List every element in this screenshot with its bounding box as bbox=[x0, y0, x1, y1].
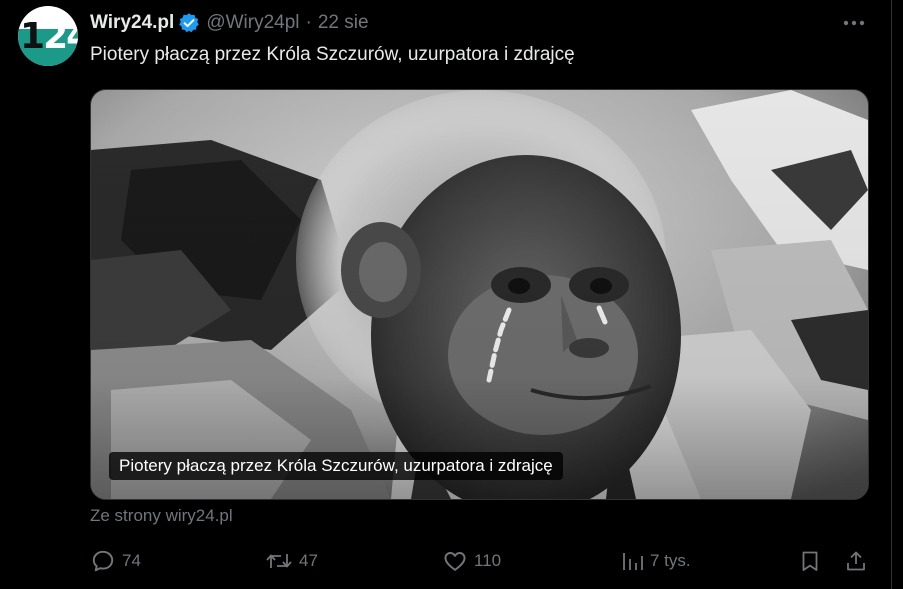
avatar[interactable]: 124 bbox=[18, 6, 78, 66]
bookmark-icon bbox=[802, 551, 818, 571]
tweet-text: Piotery płaczą przez Króla Szczurów, uzu… bbox=[90, 44, 575, 65]
display-name[interactable]: Wiry24.pl bbox=[90, 12, 174, 34]
media-caption: Piotery płaczą przez Króla Szczurów, uzu… bbox=[109, 452, 563, 480]
share-button[interactable] bbox=[844, 544, 868, 578]
reply-icon bbox=[92, 550, 114, 572]
timestamp[interactable]: 22 sie bbox=[318, 12, 369, 34]
bookmark-button[interactable] bbox=[798, 544, 822, 578]
reply-count: 74 bbox=[122, 551, 141, 570]
more-button[interactable] bbox=[840, 12, 868, 34]
share-icon bbox=[847, 551, 865, 571]
views-count: 7 tys. bbox=[650, 551, 691, 570]
repost-button[interactable]: 47 bbox=[265, 544, 318, 578]
like-count: 110 bbox=[474, 551, 502, 570]
verified-badge-icon[interactable] bbox=[178, 12, 200, 34]
repost-count: 47 bbox=[299, 551, 318, 570]
views-icon bbox=[623, 553, 643, 570]
media-card[interactable]: Piotery płaczą przez Króla Szczurów, uzu… bbox=[90, 89, 869, 500]
source-link[interactable]: Ze strony wiry24.pl bbox=[90, 506, 233, 526]
like-button[interactable]: 110 bbox=[442, 544, 501, 578]
reply-button[interactable]: 74 bbox=[90, 544, 141, 578]
more-icon bbox=[843, 20, 865, 26]
views-button[interactable]: 7 tys. bbox=[620, 544, 691, 578]
media-photo bbox=[91, 90, 868, 499]
action-bar: 74 47 110 7 tys. bbox=[90, 544, 870, 578]
header-separator: · bbox=[305, 12, 312, 33]
repost-icon bbox=[266, 554, 292, 568]
tweet: 124 Wiry24.pl @Wiry24pl · 22 sie Piotery… bbox=[0, 0, 903, 589]
handle[interactable]: @Wiry24pl bbox=[206, 12, 299, 34]
avatar-logo: 124 bbox=[20, 16, 78, 57]
tweet-header: Wiry24.pl @Wiry24pl · 22 sie bbox=[90, 10, 369, 36]
column-divider bbox=[891, 0, 892, 589]
like-icon bbox=[444, 552, 466, 571]
